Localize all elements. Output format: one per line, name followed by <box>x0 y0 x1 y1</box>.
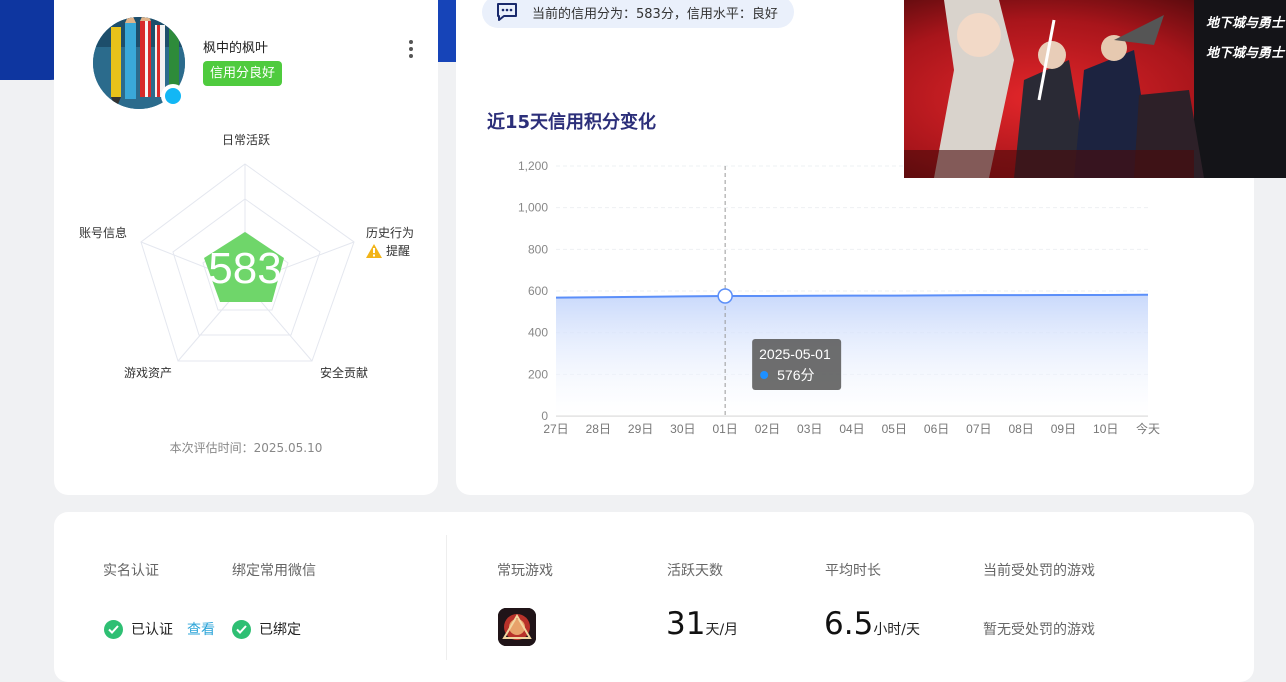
avg-duration-unit: 小时/天 <box>873 622 921 638</box>
y-tick-label: 400 <box>528 326 548 340</box>
x-tick-label: 01日 <box>712 422 737 436</box>
realname-status: 已认证 查看 <box>104 619 215 639</box>
banner-logo-text: 地下城与勇士 <box>1206 16 1285 31</box>
warning-icon <box>366 243 382 258</box>
x-tick-label: 30日 <box>670 422 695 436</box>
punished-games-label: 当前受处罚的游戏 <box>983 563 1095 579</box>
x-tick-label: 06日 <box>924 422 949 436</box>
radar-label-account: 账号信息 <box>79 226 128 240</box>
active-days-label: 活跃天数 <box>667 563 723 579</box>
realname-label: 实名认证 <box>103 563 159 579</box>
credit-level-badge: 信用分良好 <box>203 61 283 86</box>
x-tick-label: 02日 <box>755 422 780 436</box>
active-days-value: 31 <box>666 606 706 642</box>
x-tick-label: 03日 <box>797 422 822 436</box>
wechat-status-text: 已绑定 <box>259 622 301 638</box>
message-icon <box>497 3 517 21</box>
x-tick-label: 29日 <box>628 422 653 436</box>
y-tick-label: 600 <box>528 284 548 298</box>
chart-title: 近15天信用积分变化 <box>487 112 657 133</box>
view-realname-link[interactable]: 查看 <box>187 619 215 639</box>
more-options-icon[interactable] <box>406 38 416 60</box>
banner-logo-text-2: 地下城与勇士 <box>1206 46 1285 61</box>
x-tick-label: 08日 <box>1008 422 1033 436</box>
credit-line-chart[interactable]: 0 200 400 600 800 1,000 1,200 27日 28日 29日 30日 01日 02… <box>500 150 1180 450</box>
x-tick-label: 07日 <box>966 422 991 436</box>
username: 枫中的枫叶 <box>203 41 269 56</box>
realname-status-text: 已认证 <box>131 622 173 638</box>
tooltip-value: 576分 <box>777 367 814 383</box>
evaluation-time: 本次评估时间：2025.05.10 <box>169 441 323 455</box>
hover-point <box>717 288 733 304</box>
radar-score-text: 583 <box>208 244 281 293</box>
y-tick-label: 1,200 <box>518 159 548 173</box>
x-tick-label: 10日 <box>1093 422 1118 436</box>
game-artwork <box>498 608 536 646</box>
series-area <box>556 294 1148 416</box>
stats-card <box>54 512 1254 682</box>
wechat-status: 已绑定 <box>232 619 301 639</box>
active-days-unit: 天/月 <box>705 622 739 638</box>
game-banner[interactable]: 地下城与勇士 地下城与勇士 <box>904 0 1286 178</box>
game-icon-dnf[interactable] <box>498 608 536 646</box>
warning-label: 提醒 <box>386 244 411 258</box>
x-tick-label: 09日 <box>1051 422 1076 436</box>
y-tick-label: 200 <box>528 367 548 381</box>
tooltip-marker <box>760 371 769 379</box>
tooltip-date: 2025-05-01 <box>759 346 831 362</box>
credit-info-text: 当前的信用分为：583分，信用水平：良好 <box>532 6 778 22</box>
radar-chart: 583 <box>140 163 355 362</box>
avg-duration: 6.5小时/天 <box>824 606 920 642</box>
radar-label-assets: 游戏资产 <box>124 366 173 380</box>
avg-duration-label: 平均时长 <box>825 563 881 579</box>
stats-divider <box>446 535 447 660</box>
x-tick-label: 今天 <box>1136 421 1160 436</box>
frequent-games-label: 常玩游戏 <box>497 563 553 579</box>
radar-label-security: 安全贡献 <box>320 366 369 380</box>
active-days: 31天/月 <box>666 606 738 642</box>
y-tick-label: 0 <box>541 409 548 423</box>
radar-label-daily: 日常活跃 <box>222 133 271 147</box>
x-tick-label: 28日 <box>586 422 611 436</box>
check-icon <box>232 619 251 639</box>
x-tick-label: 04日 <box>839 422 864 436</box>
x-tick-label: 27日 <box>543 422 568 436</box>
punished-games-value: 暂无受处罚的游戏 <box>983 622 1095 638</box>
credit-info-pill: 当前的信用分为：583分，信用水平：良好 <box>482 0 794 28</box>
history-warning[interactable]: 提醒 <box>366 242 410 259</box>
radar-label-history: 历史行为 <box>366 226 415 240</box>
wechat-label: 绑定常用微信 <box>232 563 316 579</box>
qq-icon <box>161 84 185 108</box>
y-tick-label: 1,000 <box>518 201 548 215</box>
check-icon <box>104 619 123 639</box>
x-tick-label: 05日 <box>882 422 907 436</box>
y-tick-label: 800 <box>528 242 548 256</box>
avg-duration-value: 6.5 <box>824 606 874 642</box>
